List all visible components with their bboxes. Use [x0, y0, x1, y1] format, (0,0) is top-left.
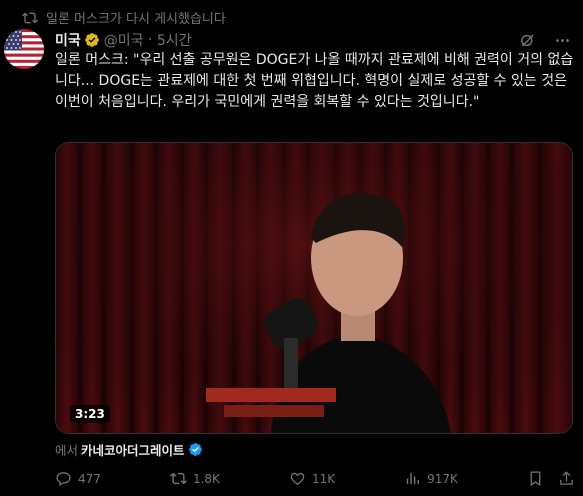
video-duration: 3:23: [70, 405, 110, 423]
reply-icon: [56, 472, 71, 487]
repost-icon: [170, 472, 187, 485]
author-name[interactable]: 미국: [55, 30, 81, 50]
us-flag-icon: [4, 29, 44, 69]
views-chart-icon: [406, 472, 420, 485]
video-player[interactable]: 3:23: [55, 142, 573, 434]
reply-count: 477: [78, 471, 101, 486]
repost-text: 일론 머스크가 다시 게시했습니다: [46, 12, 226, 27]
views-count: 917K: [427, 471, 458, 486]
blue-verified-badge-icon: [188, 443, 202, 456]
post-time[interactable]: 5시간: [157, 30, 192, 50]
share-icon[interactable]: [558, 470, 575, 487]
like-count: 11K: [311, 471, 336, 486]
grok-icon[interactable]: [519, 32, 536, 49]
tweet-header: 미국 @미국 · 5시간: [55, 30, 571, 50]
more-options-icon[interactable]: [554, 32, 571, 49]
avatar[interactable]: [4, 29, 44, 69]
like-button[interactable]: 11K: [289, 470, 335, 487]
action-bar: 477 1.8K 11K 917K: [55, 470, 575, 487]
source-from-label: 에서: [55, 443, 79, 458]
author-handle[interactable]: @미국: [104, 30, 144, 50]
heart-icon: [290, 472, 305, 485]
views-button[interactable]: 917K: [404, 470, 458, 487]
repost-button[interactable]: 1.8K: [170, 470, 220, 487]
video-thumbnail: [56, 143, 572, 433]
bookmark-icon[interactable]: [527, 470, 544, 487]
gold-verified-badge-icon: [84, 33, 99, 47]
repost-indicator[interactable]: 일론 머스크가 다시 게시했습니다: [22, 8, 226, 27]
repost-count: 1.8K: [192, 471, 220, 486]
reply-button[interactable]: 477: [55, 470, 101, 487]
tweet-text: 일론 머스크: "우리 선출 공무원은 DOGE가 나올 때까지 관료제에 비해…: [55, 52, 574, 110]
video-source: 에서 카네코아더그레이트: [55, 440, 203, 459]
separator-dot: ·: [143, 32, 157, 48]
repost-icon: [22, 12, 38, 23]
source-account-link[interactable]: 카네코아더그레이트: [81, 440, 185, 459]
